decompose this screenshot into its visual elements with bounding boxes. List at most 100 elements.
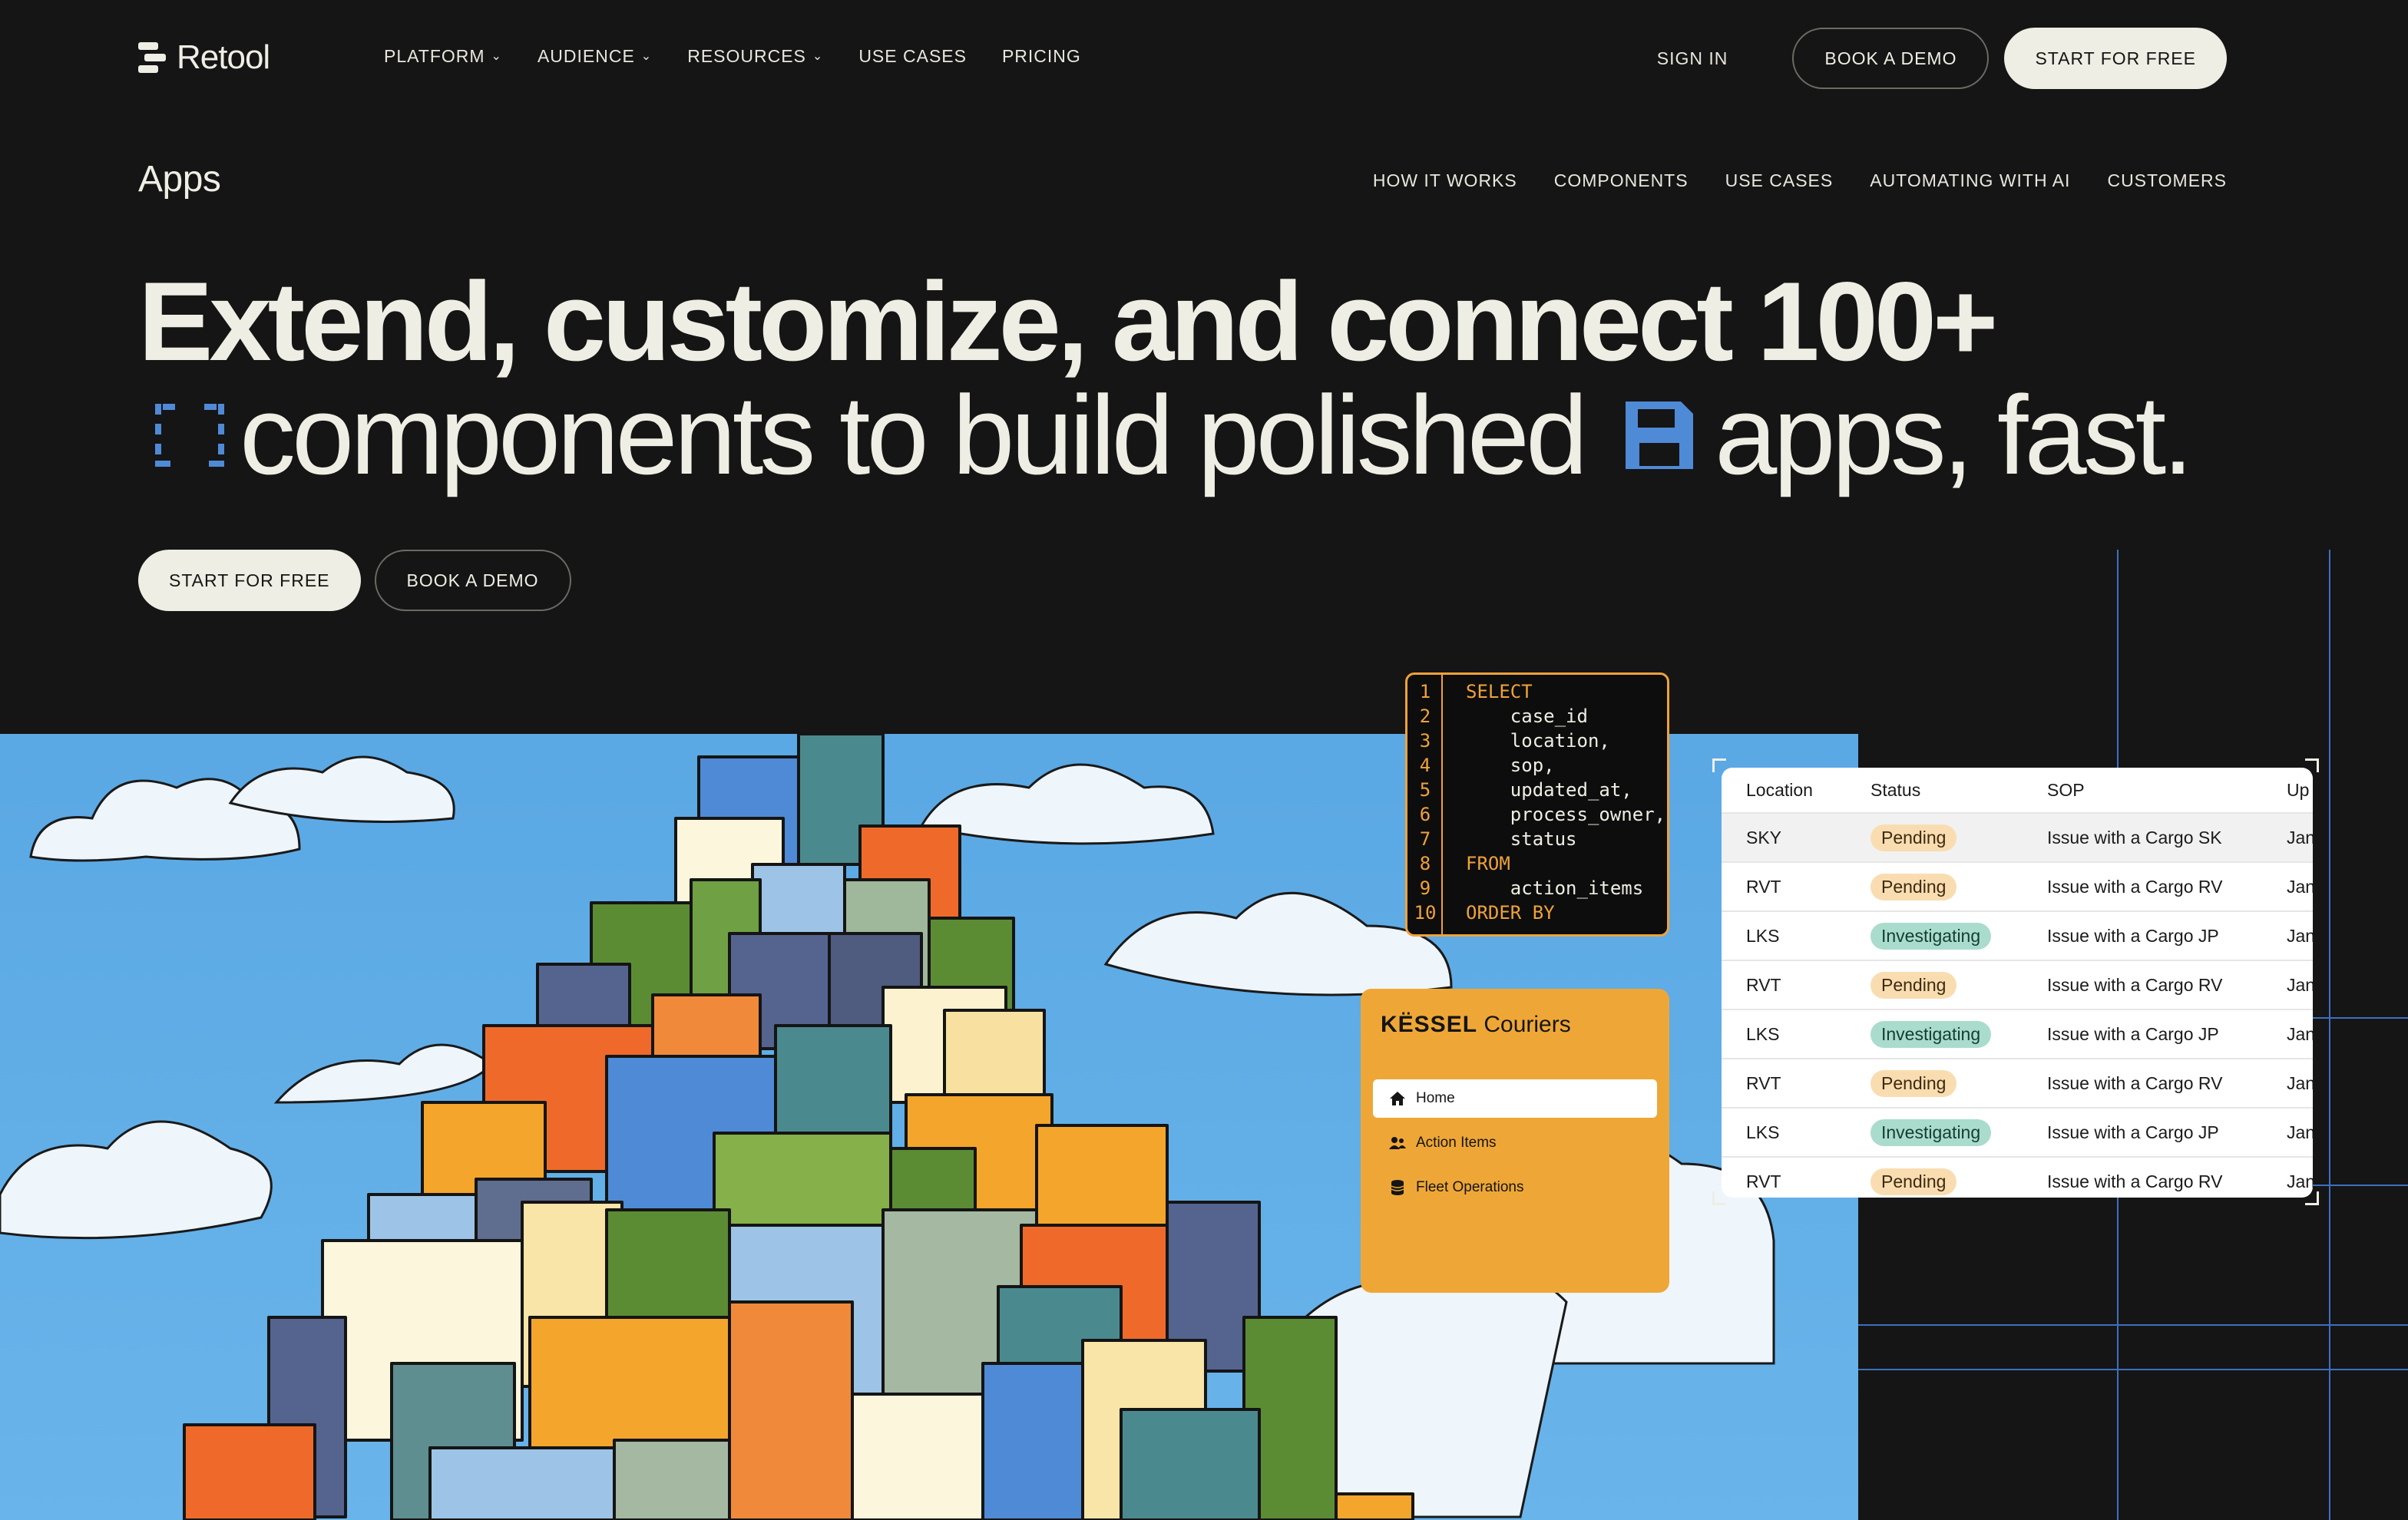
table-row[interactable]: RVT Pending Issue with a Cargo RV Jan xyxy=(1722,961,2313,1010)
hero-text-apps-fast: apps, fast. xyxy=(1715,372,2194,497)
menu-label: Fleet Operations xyxy=(1416,1179,1524,1195)
sign-in-link[interactable]: SIGN IN xyxy=(1657,48,1728,69)
code-line: 4 sop, xyxy=(1419,755,1555,776)
subnav-components[interactable]: COMPONENTS xyxy=(1554,170,1689,191)
cell-sop: Issue with a Cargo RV xyxy=(2047,974,2223,995)
cell-updated: Jan xyxy=(2287,1072,2313,1093)
chevron-down-icon: ⌄ xyxy=(812,49,824,63)
hero-book-demo-button[interactable]: BOOK A DEMO xyxy=(374,550,571,611)
kessel-app-sidebar: KËSSEL Couriers Home Action Items Fleet … xyxy=(1361,989,1669,1293)
cell-updated: Jan xyxy=(2287,925,2313,946)
column-header-updated[interactable]: Up xyxy=(2287,780,2309,801)
nav-label: PRICING xyxy=(1001,46,1081,66)
hero-headline-line-2: components to build polished apps, fast. xyxy=(138,372,2194,497)
column-header-sop[interactable]: SOP xyxy=(2047,780,2085,801)
table-row[interactable]: RVT Pending Issue with a Cargo RV Jan xyxy=(1722,1158,2313,1198)
table-row[interactable]: LKS Investigating Issue with a Cargo JP … xyxy=(1722,912,2313,961)
kessel-menu-fleet-operations[interactable]: Fleet Operations xyxy=(1373,1168,1657,1207)
chevron-down-icon: ⌄ xyxy=(640,49,653,63)
cell-updated: Jan xyxy=(2287,1023,2313,1044)
table-row[interactable]: LKS Investigating Issue with a Cargo JP … xyxy=(1722,1010,2313,1059)
retool-logo[interactable]: Retool xyxy=(138,38,270,77)
nav-label: USE CASES xyxy=(858,46,967,66)
cell-location: LKS xyxy=(1746,1122,1780,1142)
nav-label: RESOURCES xyxy=(687,46,806,66)
cell-updated: Jan xyxy=(2287,876,2313,897)
cell-sop: Issue with a Cargo JP xyxy=(2047,925,2219,946)
nav-item-use-cases[interactable]: USE CASES xyxy=(858,46,967,67)
cell-location: SKY xyxy=(1746,827,1782,848)
nav-item-audience[interactable]: AUDIENCE ⌄ xyxy=(538,46,652,67)
cell-location: RVT xyxy=(1746,1171,1781,1191)
cell-updated: Jan xyxy=(2287,1122,2313,1142)
code-line: 2 case_id xyxy=(1419,705,1588,727)
nav-label: PLATFORM xyxy=(384,46,485,66)
kessel-brand: KËSSEL Couriers xyxy=(1381,1012,1571,1037)
cell-sop: Issue with a Cargo SK xyxy=(2047,827,2222,848)
hero-headline-line-1: Extend, customize, and connect 100+ xyxy=(138,259,1998,384)
hero-text-components: components to build polished xyxy=(240,372,1588,497)
nav-item-pricing[interactable]: PRICING xyxy=(1002,46,1081,67)
menu-label: Action Items xyxy=(1416,1135,1497,1151)
nav-item-resources[interactable]: RESOURCES ⌄ xyxy=(687,46,823,67)
table-row[interactable]: SKY Pending Issue with a Cargo SK Jan xyxy=(1722,814,2313,863)
code-line: 10 ORDER BY xyxy=(1414,902,1555,924)
kessel-menu-home[interactable]: Home xyxy=(1373,1079,1657,1118)
cell-sop: Issue with a Cargo JP xyxy=(2047,1122,2219,1142)
status-badge: Pending xyxy=(1871,873,1957,900)
sql-code-editor[interactable]: 1 SELECT 2 case_id 3 location, 4 sop, 5 u… xyxy=(1405,672,1669,937)
status-badge: Pending xyxy=(1871,824,1957,851)
table-header: Location Status SOP Up xyxy=(1722,768,2313,814)
status-badge: Pending xyxy=(1871,1168,1957,1195)
cell-sop: Issue with a Cargo RV xyxy=(2047,1171,2223,1191)
retool-logo-icon xyxy=(138,42,166,73)
table-row[interactable]: RVT Pending Issue with a Cargo RV Jan xyxy=(1722,863,2313,912)
nav-actions: SIGN IN BOOK A DEMO START FOR FREE xyxy=(1657,28,2227,89)
chevron-down-icon: ⌄ xyxy=(491,49,502,63)
cell-location: RVT xyxy=(1746,876,1781,897)
subnav-automating-with-ai[interactable]: AUTOMATING WITH AI xyxy=(1870,170,2070,191)
brand-name: Retool xyxy=(177,38,270,76)
subnav-how-it-works[interactable]: HOW IT WORKS xyxy=(1373,170,1517,191)
nav-item-platform[interactable]: PLATFORM ⌄ xyxy=(384,46,502,67)
hero-start-for-free-button[interactable]: START FOR FREE xyxy=(138,550,361,611)
table-row[interactable]: RVT Pending Issue with a Cargo RV Jan xyxy=(1722,1059,2313,1109)
users-icon xyxy=(1389,1137,1406,1149)
column-header-status[interactable]: Status xyxy=(1871,780,1920,801)
code-line: 7 status xyxy=(1419,828,1577,850)
subnav-customers[interactable]: CUSTOMERS xyxy=(2107,170,2227,191)
cell-location: RVT xyxy=(1746,974,1781,995)
status-badge: Investigating xyxy=(1871,1119,1992,1146)
code-line: 1 SELECT xyxy=(1419,681,1533,702)
table-row[interactable]: LKS Investigating Issue with a Cargo JP … xyxy=(1722,1109,2313,1158)
code-line: 6 process_owner, xyxy=(1419,804,1666,825)
database-icon xyxy=(1391,1180,1404,1195)
status-badge: Pending xyxy=(1871,1069,1957,1097)
cell-updated: Jan xyxy=(2287,827,2313,848)
home-icon xyxy=(1390,1092,1405,1105)
status-badge: Investigating xyxy=(1871,922,1992,950)
sub-nav: HOW IT WORKS COMPONENTS USE CASES AUTOMA… xyxy=(1373,170,2227,191)
dashed-bracket-icon xyxy=(155,404,224,467)
code-line: 3 location, xyxy=(1419,730,1610,752)
cell-updated: Jan xyxy=(2287,1171,2313,1191)
start-for-free-button[interactable]: START FOR FREE xyxy=(2004,28,2227,89)
cell-location: LKS xyxy=(1746,925,1780,946)
cell-location: LKS xyxy=(1746,1023,1780,1044)
hero-cta-group: START FOR FREE BOOK A DEMO xyxy=(138,550,571,611)
code-line: 9 action_items xyxy=(1419,877,1644,899)
section-title: Apps xyxy=(138,159,221,200)
column-header-location[interactable]: Location xyxy=(1746,780,1813,801)
kessel-menu-action-items[interactable]: Action Items xyxy=(1373,1124,1657,1162)
cell-sop: Issue with a Cargo RV xyxy=(2047,1072,2223,1093)
status-badge: Pending xyxy=(1871,971,1957,999)
cell-updated: Jan xyxy=(2287,974,2313,995)
subnav-use-cases[interactable]: USE CASES xyxy=(1725,170,1834,191)
code-line: 8 FROM xyxy=(1419,853,1510,874)
status-badge: Investigating xyxy=(1871,1020,1992,1048)
floppy-disk-icon xyxy=(1626,401,1694,469)
code-line: 5 updated_at, xyxy=(1419,779,1632,801)
book-demo-button[interactable]: BOOK A DEMO xyxy=(1792,28,1990,89)
action-items-table[interactable]: Location Status SOP Up SKY Pending Issue… xyxy=(1722,768,2313,1198)
main-nav: PLATFORM ⌄ AUDIENCE ⌄ RESOURCES ⌄ USE CASES… xyxy=(384,46,1081,67)
